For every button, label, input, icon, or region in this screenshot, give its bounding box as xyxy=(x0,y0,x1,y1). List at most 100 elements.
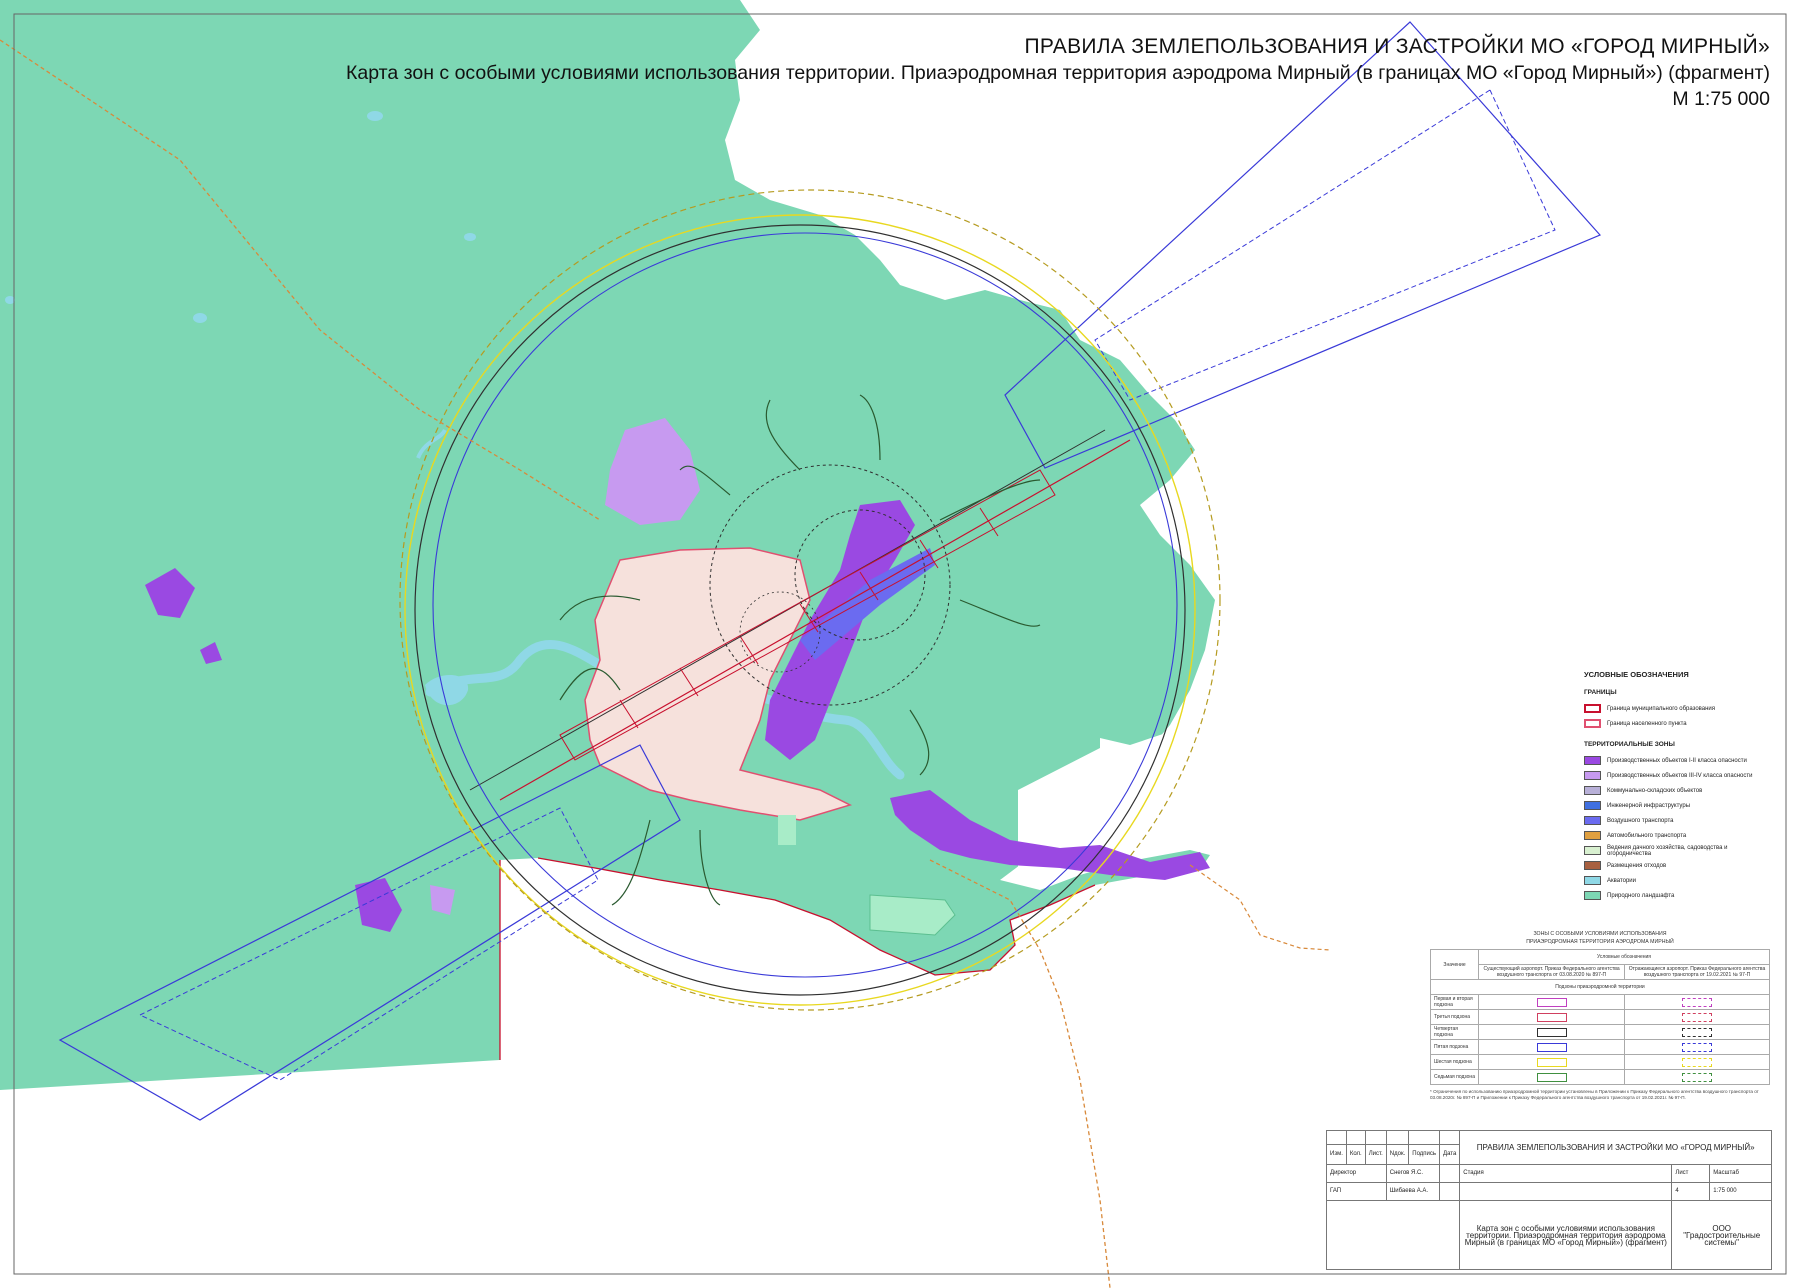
zones-table-header-existing: Существующий аэропорт. Приказ Федерально… xyxy=(1478,964,1626,980)
zones-table-row-label: Четвертая подзона xyxy=(1429,1024,1480,1040)
stamp-header-cell: Nдок. xyxy=(1385,1144,1410,1165)
legend-zone-item: Автомобильного транспорта xyxy=(1584,828,1754,843)
stamp-header-cell: Кол. xyxy=(1345,1144,1366,1165)
stamp-cell xyxy=(1325,1200,1461,1270)
legend-zone-label: Акватории xyxy=(1607,877,1637,884)
map-subtitle: Карта зон с особыми условиями использова… xyxy=(346,62,1770,84)
legend-zone-item: Производственных объектов I-II класса оп… xyxy=(1584,753,1754,768)
zones-table-swatch-cell xyxy=(1624,1024,1770,1040)
zones-table-swatch-cell xyxy=(1624,1009,1770,1025)
legend-zone-item: Размещения отходов xyxy=(1584,858,1754,873)
garden-plot xyxy=(778,815,796,845)
legend-zone-item: Инженерной инфраструктуры xyxy=(1584,798,1754,813)
zones-table-swatch xyxy=(1536,1072,1567,1082)
legend-boundary-label: Граница населенного пункта xyxy=(1607,720,1687,727)
stamp-header-cell: Дата xyxy=(1438,1144,1461,1165)
lake xyxy=(464,233,476,241)
legend-zone-item: Коммунально-складских объектов xyxy=(1584,783,1754,798)
legend-zone-label: Природного ландшафта xyxy=(1607,892,1675,899)
zones-table-swatch-cell xyxy=(1624,994,1770,1010)
legend-boundaries-header: ГРАНИЦЫ xyxy=(1584,689,1617,696)
zones-table-row-label: Пятая подзона xyxy=(1429,1039,1480,1055)
legend-zone-swatch xyxy=(1584,771,1601,780)
map-title: ПРАВИЛА ЗЕМЛЕПОЛЬЗОВАНИЯ И ЗАСТРОЙКИ МО … xyxy=(1024,35,1770,58)
stamp-sheet-label: Лист xyxy=(1671,1164,1711,1183)
zones-table: Значение Условные обозначения Существующ… xyxy=(1429,949,1770,1085)
legend-zone-swatch xyxy=(1584,876,1601,885)
stamp-cell xyxy=(1345,1130,1366,1145)
stamp-cell xyxy=(1438,1130,1461,1145)
zones-table-swatch xyxy=(1682,1057,1713,1067)
zones-table-row: Седьмая подзона xyxy=(1429,1069,1770,1085)
zones-table-swatch-cell xyxy=(1478,1069,1626,1085)
stamp-header-cell: Изм. xyxy=(1326,1144,1347,1165)
legend-zone-item: Акватории xyxy=(1584,873,1754,888)
legend-boundary-swatch xyxy=(1584,704,1601,713)
stamp-cell xyxy=(1438,1182,1461,1201)
legend-boundary-swatch xyxy=(1584,719,1601,728)
legend-zone-swatch xyxy=(1584,846,1601,855)
stamp-cell xyxy=(1438,1164,1461,1183)
stamp-header-cell: Подпись xyxy=(1408,1144,1440,1165)
legend-zone-label: Ведения дачного хозяйства, садоводства и… xyxy=(1607,844,1728,857)
legend-zone-swatch xyxy=(1584,831,1601,840)
zones-table-swatch xyxy=(1536,1012,1567,1022)
zones-table-swatch xyxy=(1682,1012,1713,1022)
zones-table-row-label: Шестая подзона xyxy=(1429,1054,1480,1070)
legend-zones-header: ТЕРРИТОРИАЛЬНЫЕ ЗОНЫ xyxy=(1584,741,1675,748)
zones-table-header-group: Условные обозначения xyxy=(1478,949,1770,965)
zones-table-row-label: Седьмая подзона xyxy=(1429,1069,1480,1085)
zones-table-swatch xyxy=(1536,997,1567,1007)
zones-table-section: Подзоны приаэродромной территории xyxy=(1430,979,1770,995)
stamp-cell xyxy=(1364,1130,1387,1145)
zones-table-row-label: Первая и вторая подзона xyxy=(1429,994,1480,1010)
legend-zone-label: Производственных объектов III-IV класса … xyxy=(1607,772,1753,779)
zones-table-swatch xyxy=(1682,1072,1713,1082)
zones-table-note: * Ограничения по использованию приаэродр… xyxy=(1430,1089,1759,1100)
zones-table-row: Первая и вторая подзона xyxy=(1429,994,1770,1010)
stamp-header-cell: Лист. xyxy=(1364,1144,1387,1165)
zones-table-row: Третья подзона xyxy=(1429,1009,1770,1025)
zones-table-swatch xyxy=(1536,1027,1567,1037)
legend-zones-list: Производственных объектов I-II класса оп… xyxy=(1584,753,1754,903)
legend-zone-label: Воздушного транспорта xyxy=(1607,817,1674,824)
zones-table-swatch xyxy=(1536,1042,1567,1052)
legend-boundary-label: Граница муниципального образования xyxy=(1607,705,1716,712)
stamp-sheet-value: 4 xyxy=(1671,1182,1711,1201)
legend-zone-swatch xyxy=(1584,786,1601,795)
zones-table-swatch-cell xyxy=(1478,1024,1626,1040)
legend-zone-swatch xyxy=(1584,891,1601,900)
stamp-name-1: Снегов Я.С. xyxy=(1385,1164,1441,1183)
zones-table-row: Шестая подзона xyxy=(1429,1054,1770,1070)
stamp-role-2: ГАП xyxy=(1326,1182,1387,1201)
stamp-cell xyxy=(1459,1182,1673,1201)
zones-table-swatch xyxy=(1536,1057,1567,1067)
stamp-name-2: Шибаева А.А. xyxy=(1385,1182,1441,1201)
legend-zone-item: Воздушного транспорта xyxy=(1584,813,1754,828)
stamp-project-title: ПРАВИЛА ЗЕМЛЕПОЛЬЗОВАНИЯ И ЗАСТРОЙКИ МО … xyxy=(1459,1130,1772,1165)
zones-table-header-planned: Отражающиеся аэропорт. Приказ Федерально… xyxy=(1624,964,1770,980)
zones-table-row: Четвертая подзона xyxy=(1429,1024,1770,1040)
zones-table-swatch-cell xyxy=(1478,1039,1626,1055)
approach-polygon-northeast-outer xyxy=(1094,89,1556,401)
stamp-cell xyxy=(1385,1130,1410,1145)
stamp-cell xyxy=(1408,1130,1440,1145)
legend-zone-swatch xyxy=(1584,756,1601,765)
zones-table-row: Пятая подзона xyxy=(1429,1039,1770,1055)
title-stamp: ПРАВИЛА ЗЕМЛЕПОЛЬЗОВАНИЯ И ЗАСТРОЙКИ МО … xyxy=(1325,1130,1772,1270)
zones-table-swatch-cell xyxy=(1478,994,1626,1010)
legend-zone-label: Размещения отходов xyxy=(1607,862,1667,869)
zones-table-header-name: Значение xyxy=(1429,949,1480,980)
zones-table-panel: ЗОНЫ С ОСОБЫМИ УСЛОВИЯМИ ИСПОЛЬЗОВАНИЯ П… xyxy=(1429,930,1770,1101)
stamp-sheet-title: Карта зон с особыми условиями использова… xyxy=(1459,1200,1673,1270)
legend-zone-swatch xyxy=(1584,861,1601,870)
legend-zone-swatch xyxy=(1584,801,1601,810)
legend-zone-label: Автомобильного транспорта xyxy=(1607,832,1687,839)
zones-table-swatch-cell xyxy=(1624,1039,1770,1055)
zones-table-swatch xyxy=(1682,1027,1713,1037)
stamp-stage-label: Стадия xyxy=(1459,1164,1673,1183)
zones-table-caption-1: ЗОНЫ С ОСОБЫМИ УСЛОВИЯМИ ИСПОЛЬЗОВАНИЯ xyxy=(1533,931,1667,937)
lake xyxy=(367,111,383,121)
legend-zone-swatch xyxy=(1584,816,1601,825)
zones-table-body: Первая и вторая подзона Третья подзона Чет… xyxy=(1429,994,1770,1085)
